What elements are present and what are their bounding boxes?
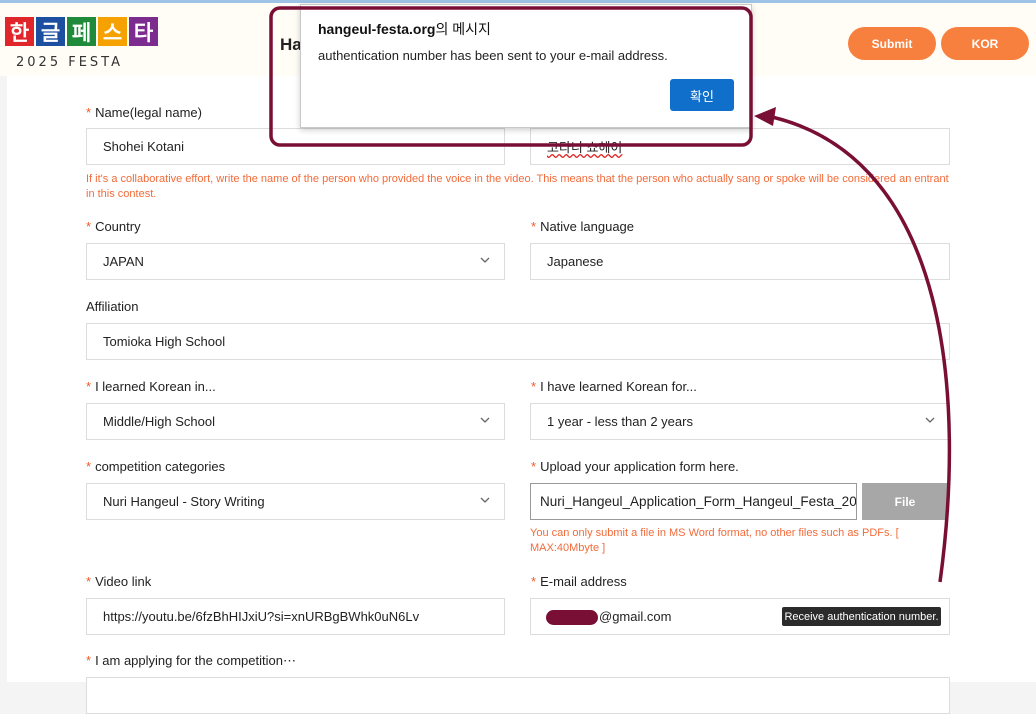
required-mark: * xyxy=(86,653,92,668)
name-korean-input[interactable]: 코타니 쇼헤이 xyxy=(530,128,950,165)
chevron-down-icon xyxy=(925,417,935,423)
required-mark: * xyxy=(531,219,537,234)
country-select[interactable]: JAPAN xyxy=(86,243,505,280)
affiliation-input[interactable]: Tomioka High School xyxy=(86,323,950,360)
applying-label: * I am applying for the competition⋯ xyxy=(86,653,296,668)
required-mark: * xyxy=(86,379,92,394)
video-link-label: * Video link xyxy=(86,574,152,589)
dialog-message: authentication number has been sent to y… xyxy=(318,48,668,63)
language-button[interactable]: KOR xyxy=(941,27,1029,60)
upload-filename-input[interactable]: Nuri_Hangeul_Application_Form_Hangeul_Fe… xyxy=(530,483,857,520)
native-language-label: * Native language xyxy=(531,219,635,234)
logo-char: 페 xyxy=(67,17,96,46)
receive-auth-number-button[interactable]: Receive authentication number. xyxy=(782,607,941,626)
upload-note: You can only submit a file in MS Word fo… xyxy=(530,527,899,554)
learned-for-label: * I have learned Korean for... xyxy=(531,379,697,394)
name-note: If it's a collaborative effort, write th… xyxy=(86,173,949,200)
native-language-input[interactable]: Japanese xyxy=(530,243,950,280)
page-title: Ha xyxy=(280,35,302,54)
category-label: * competition categories xyxy=(86,459,226,474)
alert-dialog: hangeul-festa.org의 메시지 authentication nu… xyxy=(300,4,752,128)
name-label: * Name(legal name) xyxy=(86,105,202,120)
required-mark: * xyxy=(531,459,537,474)
category-select[interactable]: Nuri Hangeul - Story Writing xyxy=(86,483,505,520)
file-button[interactable]: File xyxy=(862,483,948,520)
dialog-title: hangeul-festa.org의 메시지 xyxy=(318,21,491,37)
required-mark: * xyxy=(531,574,537,589)
upload-label: * Upload your application form here. xyxy=(531,459,739,474)
required-mark: * xyxy=(86,105,92,120)
chevron-down-icon xyxy=(480,497,490,503)
chevron-down-icon xyxy=(480,257,490,263)
country-label: * Country xyxy=(86,219,141,234)
logo-char: 한 xyxy=(5,17,34,46)
video-link-input[interactable]: https://youtu.be/6fzBhHIJxiU?si=xnURBgBW… xyxy=(86,598,505,635)
logo-char: 글 xyxy=(36,17,65,46)
required-mark: * xyxy=(86,574,92,589)
required-mark: * xyxy=(86,459,92,474)
learned-for-select[interactable]: 1 year - less than 2 years xyxy=(530,403,950,440)
redaction-mark xyxy=(546,610,598,625)
affiliation-label: Affiliation xyxy=(86,299,139,314)
required-mark: * xyxy=(531,379,537,394)
submit-button[interactable]: Submit xyxy=(848,27,936,60)
logo-char: 타 xyxy=(129,17,158,46)
dialog-ok-button[interactable]: 확인 xyxy=(670,79,734,111)
applying-input[interactable] xyxy=(86,677,950,714)
email-label: * E-mail address xyxy=(531,574,627,589)
chevron-down-icon xyxy=(480,417,490,423)
site-logo[interactable]: 한 글 페 스 타 xyxy=(5,17,158,46)
learned-in-label: * I learned Korean in... xyxy=(86,379,216,394)
name-input[interactable]: Shohei Kotani xyxy=(86,128,505,165)
learned-in-select[interactable]: Middle/High School xyxy=(86,403,505,440)
logo-char: 스 xyxy=(98,17,127,46)
logo-subtitle: 2025 FESTA xyxy=(16,55,123,70)
required-mark: * xyxy=(86,219,92,234)
